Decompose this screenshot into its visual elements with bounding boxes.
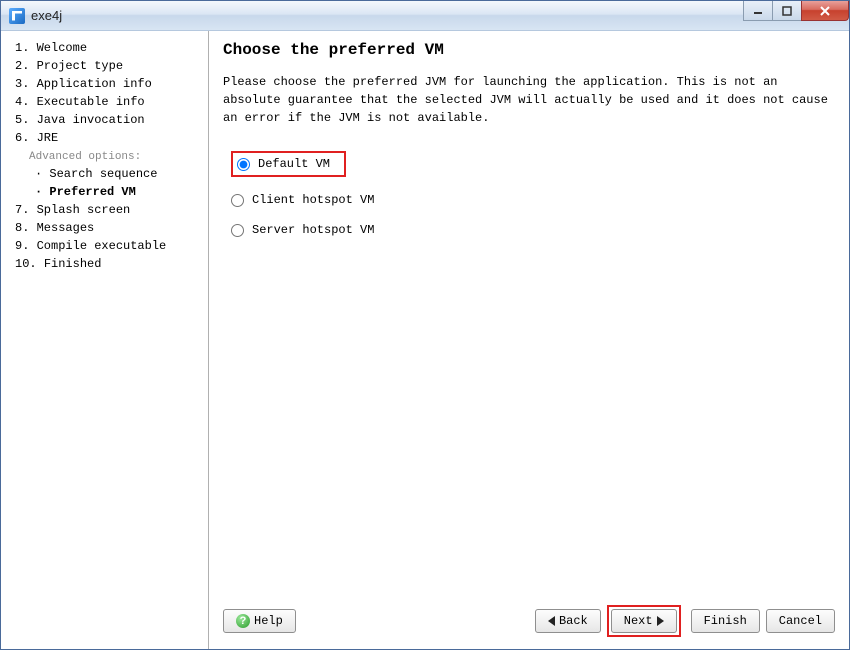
step-jre[interactable]: 6. JRE: [7, 129, 202, 147]
minimize-icon: [753, 6, 763, 16]
close-icon: [819, 6, 831, 16]
main-window: exe4j 1. Welcome 2. Project type 3. Appl…: [0, 0, 850, 650]
step-messages[interactable]: 8. Messages: [7, 219, 202, 237]
page-description: Please choose the preferred JVM for laun…: [223, 73, 835, 127]
step-executable-info[interactable]: 4. Executable info: [7, 93, 202, 111]
sidebar: 1. Welcome 2. Project type 3. Applicatio…: [1, 31, 209, 649]
window-controls: [744, 1, 849, 21]
radio-default-vm-label[interactable]: Default VM: [258, 157, 330, 171]
button-bar: ? Help Back Next Finish Cancel: [223, 605, 835, 637]
step-finished[interactable]: 10. Finished: [7, 255, 202, 273]
radio-client-hotspot-row: Client hotspot VM: [231, 187, 835, 213]
content-area: 1. Welcome 2. Project type 3. Applicatio…: [1, 31, 849, 649]
minimize-button[interactable]: [743, 1, 773, 21]
maximize-icon: [782, 6, 792, 16]
step-splash-screen[interactable]: 7. Splash screen: [7, 201, 202, 219]
step-application-info[interactable]: 3. Application info: [7, 75, 202, 93]
vm-radio-group: Default VM Client hotspot VM Server hots…: [223, 145, 835, 247]
back-button[interactable]: Back: [535, 609, 601, 633]
step-list: 1. Welcome 2. Project type 3. Applicatio…: [7, 39, 202, 273]
maximize-button[interactable]: [772, 1, 802, 21]
finish-button[interactable]: Finish: [691, 609, 760, 633]
radio-default-vm-row: Default VM: [231, 145, 835, 183]
substep-search-sequence[interactable]: · Search sequence: [7, 165, 202, 183]
step-project-type[interactable]: 2. Project type: [7, 57, 202, 75]
radio-client-hotspot-label[interactable]: Client hotspot VM: [252, 193, 374, 207]
app-icon: [9, 8, 25, 24]
highlight-next-button: Next: [607, 605, 681, 637]
substep-preferred-vm[interactable]: · Preferred VM: [7, 183, 202, 201]
close-button[interactable]: [801, 1, 849, 21]
radio-server-hotspot-row: Server hotspot VM: [231, 217, 835, 243]
main-panel: Choose the preferred VM Please choose th…: [209, 31, 849, 649]
window-title: exe4j: [31, 8, 62, 23]
chevron-left-icon: [548, 616, 555, 626]
step-compile-executable[interactable]: 9. Compile executable: [7, 237, 202, 255]
advanced-options-label: Advanced options:: [7, 149, 202, 165]
radio-server-hotspot-label[interactable]: Server hotspot VM: [252, 223, 374, 237]
radio-default-vm[interactable]: [237, 158, 250, 171]
step-welcome[interactable]: 1. Welcome: [7, 39, 202, 57]
step-java-invocation[interactable]: 5. Java invocation: [7, 111, 202, 129]
highlight-default-vm: Default VM: [231, 151, 346, 177]
cancel-button[interactable]: Cancel: [766, 609, 835, 633]
help-button[interactable]: ? Help: [223, 609, 296, 633]
page-heading: Choose the preferred VM: [223, 41, 835, 59]
next-button[interactable]: Next: [611, 609, 677, 633]
chevron-right-icon: [657, 616, 664, 626]
radio-server-hotspot[interactable]: [231, 224, 244, 237]
radio-client-hotspot[interactable]: [231, 194, 244, 207]
titlebar[interactable]: exe4j: [1, 1, 849, 31]
help-icon: ?: [236, 614, 250, 628]
